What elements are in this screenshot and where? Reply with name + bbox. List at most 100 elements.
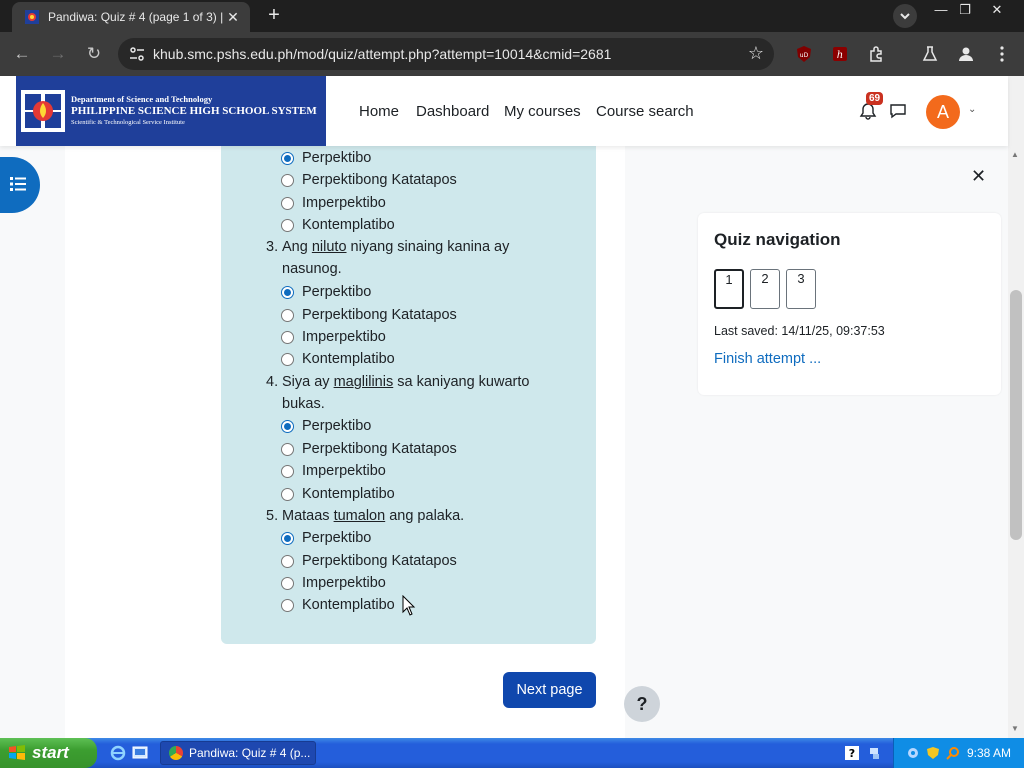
nav-course-search[interactable]: Course search [596,103,694,120]
answer-option[interactable]: Imperpektibo [281,460,386,482]
start-button[interactable]: start [0,738,97,768]
finish-attempt-link[interactable]: Finish attempt ... [714,351,821,367]
profile-icon[interactable] [956,44,976,64]
svg-text:h: h [837,50,843,61]
kebab-menu-icon[interactable] [992,44,1012,64]
notification-count-badge: 69 [866,92,884,105]
close-drawer-icon[interactable]: ✕ [971,166,986,187]
site-favicon-icon [24,9,40,25]
puzzle-extensions-icon[interactable] [866,44,886,64]
answer-option[interactable]: Perpektibong Katatapos [281,169,457,191]
question-number: 4. [266,374,279,390]
question-text-line2: nasunog. [282,261,342,277]
option-label: Imperpektibo [302,329,386,345]
site-logo[interactable]: Department of Science and Technology PHI… [16,76,326,146]
answer-option[interactable]: Perpektibong Katatapos [281,438,457,460]
radio-button[interactable] [281,218,294,232]
radio-button[interactable] [281,352,294,366]
chevron-down-icon[interactable]: ⌄ [968,104,976,115]
close-tab-icon[interactable]: ✕ [224,9,242,26]
option-label: Imperpektibo [302,195,386,211]
nav-dashboard[interactable]: Dashboard [416,103,489,120]
answer-option[interactable]: Perpektibong Katatapos [281,550,457,572]
answer-option[interactable]: Kontemplatibo [281,348,395,370]
radio-button[interactable] [281,330,294,344]
answer-option[interactable]: Kontemplatibo [281,214,395,236]
internet-explorer-icon[interactable] [110,745,126,761]
quiz-page-button-3[interactable]: 3 [786,269,816,309]
help-button[interactable]: ? [624,686,660,722]
restore-icon[interactable]: ❐ [950,0,980,20]
chrome-icon [169,746,183,760]
question-text-line2: bukas. [282,396,325,412]
radio-button[interactable] [281,173,294,187]
show-desktop-icon[interactable] [132,745,148,761]
site-info-icon[interactable] [128,45,146,63]
back-icon[interactable]: ← [10,42,34,66]
question-text: 5. Mataas tumalon ang palaka. [266,505,464,527]
security-shield-icon[interactable] [926,746,940,760]
nav-my-courses[interactable]: My courses [504,103,581,120]
clock: 9:38 AM [967,746,1012,760]
radio-button[interactable] [281,554,294,568]
scrollbar-thumb[interactable] [1010,290,1022,540]
chevron-down-icon [900,13,910,20]
radio-button[interactable] [281,531,294,545]
answer-option[interactable]: Imperpektibo [281,326,386,348]
tab-search-button[interactable] [893,4,917,28]
taskbar-window-label: Pandiwa: Quiz # 4 (p... [189,746,311,760]
next-page-button[interactable]: Next page [503,672,596,708]
radio-button[interactable] [281,419,294,433]
answer-option[interactable]: Imperpektibo [281,192,386,214]
list-icon [10,177,26,191]
network-tray-icon[interactable] [868,746,882,760]
messages-icon[interactable] [889,103,907,119]
extension-icon[interactable]: h [830,44,850,64]
option-label: Perpektibo [302,530,372,546]
radio-button[interactable] [281,487,294,501]
radio-button[interactable] [281,308,294,322]
radio-button[interactable] [281,464,294,478]
answer-option[interactable]: Perpektibo [281,415,371,437]
browser-tab[interactable]: Pandiwa: Quiz # 4 (page 1 of 3) | ✕ [12,2,250,32]
labs-flask-icon[interactable] [920,44,940,64]
question-text-part: ang palaka. [385,508,465,524]
scroll-up-icon[interactable]: ▲ [1011,150,1019,159]
option-label: Perpektibong Katatapos [302,172,457,188]
answer-option[interactable]: Perpektibong Katatapos [281,304,457,326]
question-text: 4. Siya ay maglilinis sa kaniyang kuwarto… [266,371,529,415]
quiz-navigation-title: Quiz navigation [714,230,841,249]
option-label: Imperpektibo [302,463,386,479]
reload-icon[interactable]: ↻ [82,42,106,66]
answer-option[interactable]: Imperpektibo [281,572,386,594]
nav-home[interactable]: Home [359,103,399,120]
option-label: Perpektibo [302,150,372,166]
quiz-page-button-2[interactable]: 2 [750,269,780,309]
forward-icon[interactable]: → [46,42,70,66]
user-avatar[interactable]: A [926,95,960,129]
taskbar-window-button[interactable]: Pandiwa: Quiz # 4 (p... [160,741,316,765]
settings-tray-icon[interactable] [906,746,920,760]
scroll-down-icon[interactable]: ▼ [1011,724,1019,733]
radio-button[interactable] [281,598,294,612]
bookmark-star-icon[interactable]: ☆ [748,43,764,64]
radio-button[interactable] [281,151,294,165]
answer-option[interactable]: Kontemplatibo [281,483,395,505]
mouse-cursor-icon [402,595,416,616]
answer-option[interactable]: Kontemplatibo [281,594,395,616]
search-tray-icon[interactable] [946,746,960,760]
option-label: Perpektibong Katatapos [302,441,457,457]
close-window-icon[interactable]: ✕ [982,0,1012,20]
radio-button[interactable] [281,285,294,299]
radio-button[interactable] [281,196,294,210]
help-tray-icon[interactable]: ? [845,746,859,760]
answer-option[interactable]: Perpektibo [281,147,371,169]
ublock-extension-icon[interactable]: uD [794,44,814,64]
new-tab-icon[interactable]: + [262,4,286,28]
address-bar[interactable]: khub.smc.pshs.edu.ph/mod/quiz/attempt.ph… [118,38,774,70]
quiz-page-button-1[interactable]: 1 [714,269,744,309]
answer-option[interactable]: Perpektibo [281,527,371,549]
radio-button[interactable] [281,442,294,456]
radio-button[interactable] [281,576,294,590]
answer-option[interactable]: Perpektibo [281,281,371,303]
